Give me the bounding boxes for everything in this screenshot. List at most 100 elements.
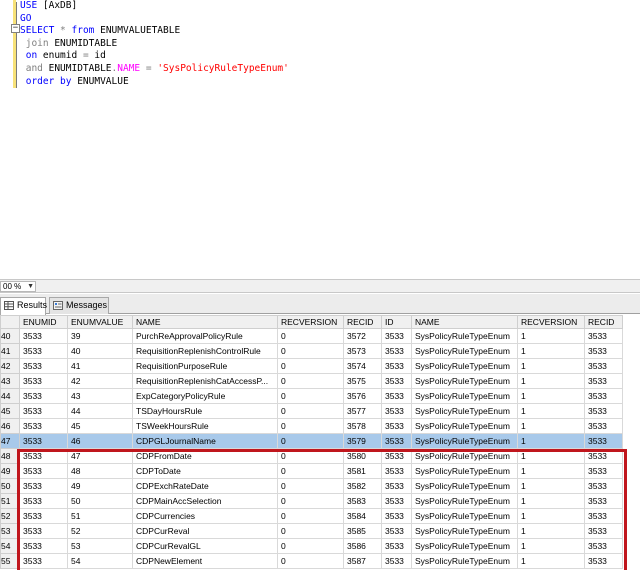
table-cell[interactable]: 1 xyxy=(517,553,585,569)
table-cell[interactable]: SysPolicyRuleTypeEnum xyxy=(411,478,518,494)
table-cell[interactable]: 1 xyxy=(517,538,585,554)
table-cell[interactable]: CDPCurReval xyxy=(132,523,278,539)
sql-editor[interactable]: − USE [AxDB] GO SELECT * from ENUMVALUETAB… xyxy=(0,0,640,279)
table-cell[interactable]: 39 xyxy=(67,328,133,344)
table-cell[interactable]: SysPolicyRuleTypeEnum xyxy=(411,373,518,389)
table-row[interactable]: 47 3533 46 CDPGLJournalName 0 3579 3533 SysPoli… xyxy=(0,433,623,449)
table-cell[interactable]: 48 xyxy=(67,463,133,479)
table-cell[interactable]: 3533 xyxy=(19,328,68,344)
table-row[interactable]: 50 3533 49 CDPExchRateDate 0 3582 3533 SysPolic… xyxy=(0,478,623,494)
table-cell[interactable]: TSDayHoursRule xyxy=(132,403,278,419)
table-cell[interactable]: CDPGLJournalName xyxy=(132,433,278,449)
table-cell[interactable]: 3581 xyxy=(343,463,382,479)
row-number[interactable]: 54 xyxy=(0,538,20,554)
table-cell[interactable]: 0 xyxy=(277,418,344,434)
column-header[interactable]: RECID xyxy=(584,315,623,329)
code-line[interactable]: join ENUMIDTABLE xyxy=(20,38,289,51)
table-cell[interactable]: 43 xyxy=(67,388,133,404)
column-header[interactable]: ID xyxy=(381,315,412,329)
table-cell[interactable]: SysPolicyRuleTypeEnum xyxy=(411,358,518,374)
table-cell[interactable]: 3533 xyxy=(381,493,412,509)
table-cell[interactable]: CDPExchRateDate xyxy=(132,478,278,494)
table-cell[interactable]: 3583 xyxy=(343,493,382,509)
table-cell[interactable]: 47 xyxy=(67,448,133,464)
row-number[interactable]: 50 xyxy=(0,478,20,494)
tab-results[interactable]: Results xyxy=(0,297,47,315)
row-number[interactable]: 53 xyxy=(0,523,20,539)
table-cell[interactable]: 3533 xyxy=(19,508,68,524)
table-row[interactable]: 53 3533 52 CDPCurReval 0 3585 3533 SysPolicyRul… xyxy=(0,523,623,539)
table-cell[interactable]: ExpCategoryPolicyRule xyxy=(132,388,278,404)
table-cell[interactable]: 3533 xyxy=(584,553,623,569)
table-cell[interactable]: 3533 xyxy=(381,463,412,479)
table-cell[interactable]: 0 xyxy=(277,403,344,419)
table-cell[interactable]: 1 xyxy=(517,343,585,359)
table-cell[interactable]: 3578 xyxy=(343,418,382,434)
table-cell[interactable]: 3533 xyxy=(381,328,412,344)
table-cell[interactable]: 41 xyxy=(67,358,133,374)
row-number[interactable]: 47 xyxy=(0,433,20,449)
table-cell[interactable]: 3573 xyxy=(343,343,382,359)
table-cell[interactable]: 51 xyxy=(67,508,133,524)
table-row[interactable]: 44 3533 43 ExpCategoryPolicyRule 0 3576 3533 Sy… xyxy=(0,388,623,404)
table-cell[interactable]: CDPCurRevalGL xyxy=(132,538,278,554)
table-cell[interactable]: RequisitionReplenishControlRule xyxy=(132,343,278,359)
table-cell[interactable]: 1 xyxy=(517,523,585,539)
table-cell[interactable]: 3533 xyxy=(584,433,623,449)
table-cell[interactable]: 3533 xyxy=(584,403,623,419)
code-line[interactable]: and ENUMIDTABLE.NAME = 'SysPolicyRuleTyp… xyxy=(20,63,289,76)
table-cell[interactable]: 3533 xyxy=(19,463,68,479)
table-cell[interactable]: 45 xyxy=(67,418,133,434)
table-cell[interactable]: 3533 xyxy=(19,448,68,464)
table-cell[interactable]: 1 xyxy=(517,388,585,404)
table-cell[interactable]: 3587 xyxy=(343,553,382,569)
table-row[interactable]: 49 3533 48 CDPToDate 0 3581 3533 SysPolicyRuleT… xyxy=(0,463,623,479)
table-cell[interactable]: 3533 xyxy=(584,418,623,434)
table-cell[interactable]: RequisitionPurposeRule xyxy=(132,358,278,374)
table-cell[interactable]: 1 xyxy=(517,448,585,464)
table-cell[interactable]: CDPToDate xyxy=(132,463,278,479)
table-row[interactable]: 46 3533 45 TSWeekHoursRule 0 3578 3533 SysPolic… xyxy=(0,418,623,434)
zoom-select[interactable]: 00 % ▼ xyxy=(0,281,36,292)
column-header[interactable]: NAME xyxy=(411,315,518,329)
table-cell[interactable]: 3533 xyxy=(19,493,68,509)
table-cell[interactable]: 3533 xyxy=(19,433,68,449)
table-row[interactable]: 54 3533 53 CDPCurRevalGL 0 3586 3533 SysPolicyR… xyxy=(0,538,623,554)
table-cell[interactable]: SysPolicyRuleTypeEnum xyxy=(411,343,518,359)
chevron-down-icon[interactable]: ▼ xyxy=(27,282,34,291)
table-cell[interactable]: 3533 xyxy=(381,358,412,374)
table-cell[interactable]: 0 xyxy=(277,523,344,539)
table-cell[interactable]: 3533 xyxy=(381,418,412,434)
table-row[interactable]: 48 3533 47 CDPFromDate 0 3580 3533 SysPolicyRul… xyxy=(0,448,623,464)
table-cell[interactable]: 3533 xyxy=(584,448,623,464)
table-row[interactable]: 43 3533 42 RequisitionReplenishCatAccessP..… xyxy=(0,373,623,389)
table-cell[interactable]: 42 xyxy=(67,373,133,389)
code-line[interactable]: GO xyxy=(20,13,289,26)
table-cell[interactable]: 0 xyxy=(277,388,344,404)
table-cell[interactable]: 3533 xyxy=(584,373,623,389)
tab-messages[interactable]: Messages xyxy=(49,297,109,314)
column-header[interactable]: ENUMVALUE xyxy=(67,315,133,329)
row-number[interactable]: 48 xyxy=(0,448,20,464)
table-cell[interactable]: 3576 xyxy=(343,388,382,404)
row-number[interactable]: 40 xyxy=(0,328,20,344)
table-cell[interactable]: 3582 xyxy=(343,478,382,494)
table-cell[interactable]: 0 xyxy=(277,538,344,554)
table-cell[interactable]: 3572 xyxy=(343,328,382,344)
table-cell[interactable]: SysPolicyRuleTypeEnum xyxy=(411,493,518,509)
code-line[interactable]: SELECT * from ENUMVALUETABLE xyxy=(20,25,289,38)
table-cell[interactable]: 3533 xyxy=(381,538,412,554)
column-header[interactable]: ENUMID xyxy=(19,315,68,329)
code-line[interactable]: on enumid = id xyxy=(20,50,289,63)
table-cell[interactable]: 3533 xyxy=(584,388,623,404)
row-number[interactable]: 46 xyxy=(0,418,20,434)
table-cell[interactable]: 3533 xyxy=(381,553,412,569)
table-cell[interactable]: SysPolicyRuleTypeEnum xyxy=(411,523,518,539)
results-grid[interactable]: ENUMID ENUMVALUE NAME RECVERSION RECID ID NAME… xyxy=(0,315,640,570)
code-line[interactable]: USE [AxDB] xyxy=(20,0,289,13)
column-header[interactable]: NAME xyxy=(132,315,278,329)
table-cell[interactable]: 3579 xyxy=(343,433,382,449)
row-number[interactable]: 42 xyxy=(0,358,20,374)
table-cell[interactable]: 3533 xyxy=(584,538,623,554)
table-cell[interactable]: 3533 xyxy=(19,388,68,404)
